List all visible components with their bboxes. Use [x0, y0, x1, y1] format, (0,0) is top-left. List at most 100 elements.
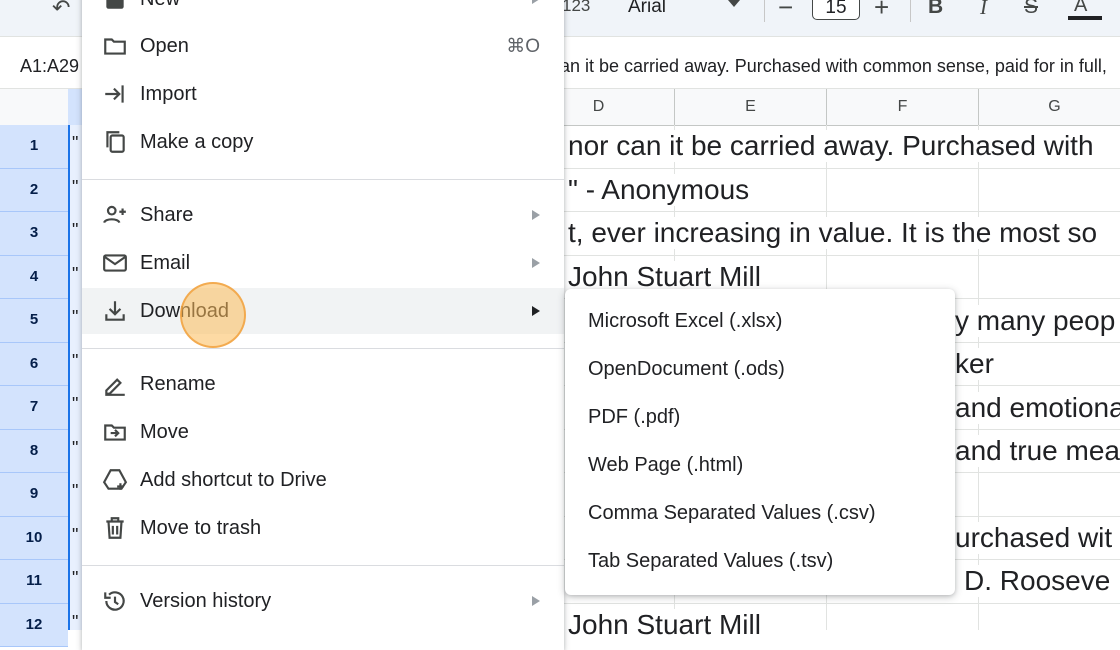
menu-item-move[interactable]: Move	[82, 409, 564, 455]
menu-divider	[82, 565, 564, 566]
cell-a12-overflow: John Stuart Mill	[568, 609, 763, 641]
cell-a3[interactable]: "	[72, 220, 78, 241]
select-all-corner[interactable]	[0, 89, 69, 125]
bold-button[interactable]: B	[928, 0, 943, 19]
cell-a1[interactable]: "	[72, 133, 78, 154]
increase-font-size-button[interactable]: +	[874, 0, 889, 23]
download-option-label: OpenDocument (.ods)	[588, 358, 785, 380]
toolbar-divider	[910, 0, 911, 22]
menu-item-share[interactable]: Share	[82, 192, 564, 238]
font-size-input[interactable]: 15	[812, 0, 860, 20]
cell-a9[interactable]: "	[72, 481, 78, 502]
strikethrough-button[interactable]: S	[1024, 0, 1038, 19]
menu-item-label: New	[140, 0, 180, 11]
menu-shortcut: ⌘O	[506, 36, 540, 57]
menu-item-version-history[interactable]: Version history	[82, 578, 564, 624]
download-option-xlsx[interactable]: Microsoft Excel (.xlsx)	[565, 298, 955, 346]
name-box[interactable]: A1:A29	[20, 56, 79, 77]
email-icon	[103, 254, 127, 272]
rename-icon	[105, 378, 125, 396]
copy-icon	[106, 131, 125, 153]
menu-item-download[interactable]: Download	[82, 288, 564, 334]
row-header[interactable]: 9	[0, 473, 68, 517]
menu-item-label: Share	[140, 204, 194, 226]
italic-button[interactable]: I	[980, 0, 987, 20]
chevron-down-icon[interactable]	[728, 0, 740, 7]
row-header[interactable]: 4	[0, 255, 68, 299]
row-header[interactable]: 3	[0, 212, 68, 256]
font-family-select[interactable]: Arial	[628, 0, 666, 18]
row-headers: 1 2 3 4 5 6 7 8 9 10 11 12	[0, 125, 68, 647]
menu-divider	[82, 348, 564, 349]
row-header[interactable]: 1	[0, 125, 68, 169]
number-format-button[interactable]: 123	[562, 0, 590, 16]
menu-item-email[interactable]: Email	[82, 240, 564, 286]
cell-a8[interactable]: "	[72, 438, 78, 459]
decrease-font-size-button[interactable]: −	[778, 0, 793, 23]
cell-a7-overflow: and emotiona	[955, 392, 1120, 424]
click-highlight-marker	[180, 282, 246, 348]
chevron-right-icon	[532, 0, 540, 4]
menu-item-label: Make a copy	[140, 131, 254, 153]
cell-a7[interactable]: "	[72, 394, 78, 415]
menu-item-label: Rename	[140, 373, 216, 395]
menu-item-label: Move	[140, 421, 189, 443]
row-header[interactable]: 11	[0, 560, 68, 604]
download-option-label: PDF (.pdf)	[588, 406, 681, 428]
column-header-f[interactable]: F	[826, 89, 978, 125]
menu-item-new[interactable]: New	[82, 0, 564, 22]
move-folder-icon	[104, 424, 126, 441]
menu-item-open[interactable]: Open ⌘O	[82, 23, 564, 69]
download-option-label: Comma Separated Values (.csv)	[588, 502, 876, 524]
formula-input[interactable]: an it be carried away. Purchased with co…	[560, 56, 1107, 77]
text-color-button[interactable]: A	[1074, 0, 1087, 17]
download-option-ods[interactable]: OpenDocument (.ods)	[565, 346, 955, 394]
cell-a6-overflow: ker	[955, 348, 996, 380]
chevron-right-icon	[532, 258, 540, 268]
import-icon	[105, 85, 124, 103]
row-header[interactable]: 12	[0, 603, 68, 647]
row-header[interactable]: 7	[0, 386, 68, 430]
download-option-html[interactable]: Web Page (.html)	[565, 442, 955, 490]
download-option-pdf[interactable]: PDF (.pdf)	[565, 394, 955, 442]
cell-a4[interactable]: "	[72, 264, 78, 285]
column-header-a[interactable]	[68, 89, 82, 125]
file-menu: New Open ⌘O Import Make a copy Share Ema…	[82, 0, 564, 650]
chevron-right-icon	[532, 306, 540, 316]
menu-item-rename[interactable]: Rename	[82, 361, 564, 407]
menu-item-label: Version history	[140, 590, 272, 612]
download-option-csv[interactable]: Comma Separated Values (.csv)	[565, 490, 955, 538]
cell-a1-overflow: nor can it be carried away. Purchased wi…	[568, 130, 1096, 162]
menu-item-import[interactable]: Import	[82, 71, 564, 117]
undo-icon[interactable]: ↶	[52, 0, 70, 19]
cell-a6[interactable]: "	[72, 351, 78, 372]
menu-item-move-to-trash[interactable]: Move to trash	[82, 505, 564, 551]
row-header[interactable]: 6	[0, 342, 68, 386]
column-header-e[interactable]: E	[674, 89, 826, 125]
menu-item-add-shortcut[interactable]: Add shortcut to Drive	[82, 457, 564, 503]
cell-a10-overflow: urchased wit	[955, 522, 1115, 554]
download-option-label: Tab Separated Values (.tsv)	[588, 550, 834, 572]
download-option-tsv[interactable]: Tab Separated Values (.tsv)	[565, 538, 955, 586]
folder-icon	[104, 38, 126, 55]
chevron-right-icon	[532, 596, 540, 606]
cell-a11[interactable]: "	[72, 568, 78, 589]
menu-item-label: Move to trash	[140, 517, 262, 539]
row-header[interactable]: 10	[0, 516, 68, 560]
row-header[interactable]: 2	[0, 168, 68, 212]
cell-a11-overflow: D. Rooseve	[964, 565, 1113, 597]
column-header-g[interactable]: G	[978, 89, 1120, 125]
trash-icon	[106, 517, 124, 539]
cell-a2[interactable]: "	[72, 177, 78, 198]
row-header[interactable]: 5	[0, 299, 68, 343]
column-a-selection[interactable]	[68, 125, 82, 630]
menu-item-make-copy[interactable]: Make a copy	[82, 119, 564, 165]
toolbar-divider	[764, 0, 765, 22]
share-person-icon	[103, 205, 126, 224]
cell-a10[interactable]: "	[72, 525, 78, 546]
cell-a3-overflow: t, ever increasing in value. It is the m…	[568, 217, 1100, 249]
row-header[interactable]: 8	[0, 429, 68, 473]
download-option-label: Web Page (.html)	[588, 454, 744, 476]
cell-a5[interactable]: "	[72, 307, 78, 328]
download-submenu: Microsoft Excel (.xlsx) OpenDocument (.o…	[565, 289, 955, 595]
